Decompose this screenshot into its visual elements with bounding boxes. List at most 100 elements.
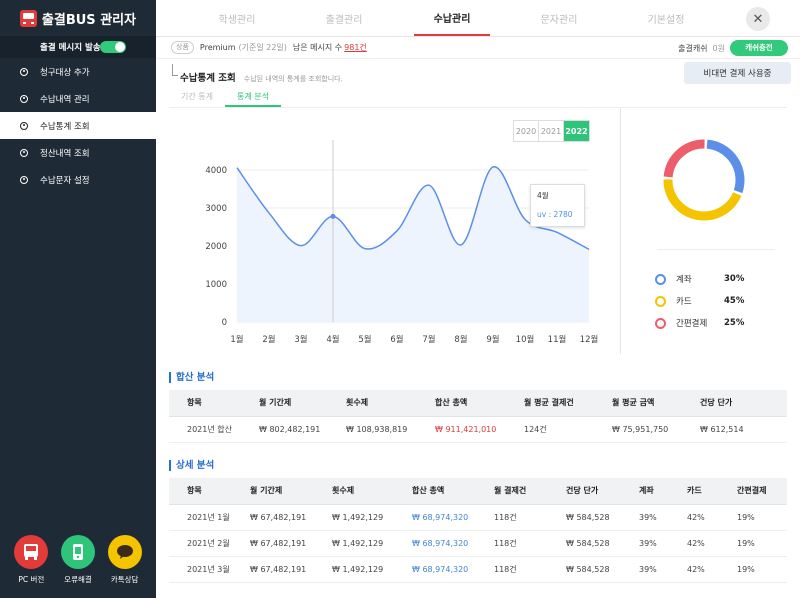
bus-icon <box>14 535 49 569</box>
ring-icon <box>655 273 666 285</box>
table-cell: ₩ 108,938,819 <box>328 416 417 443</box>
table-cell: ₩ 1,492,129 <box>314 530 394 557</box>
x-tick-label: 9월 <box>486 334 499 345</box>
sidebar-item-settlement[interactable]: 정산내역 조회 <box>0 139 156 166</box>
column-header: 월 평균 금액 <box>594 390 682 417</box>
donut-legend: 계좌 30% 카드 45% 간편결제 25% <box>655 268 775 334</box>
payment-method-donut-chart <box>663 139 745 221</box>
y-tick-label: 0 <box>222 318 227 328</box>
table-cell: 2021년 합산 <box>169 416 241 443</box>
table-cell: ₩ 68,974,320 <box>394 530 476 557</box>
column-header: 월 기간제 <box>241 390 328 417</box>
kakao-consult-label: 카톡상담 <box>110 575 139 584</box>
tooltip-month: 4월 <box>537 191 549 200</box>
contactless-payment-button[interactable]: 비대면 결제 사용중 <box>684 62 791 84</box>
legend-value: 30% <box>724 274 745 284</box>
summary-section-title: 합산 분석 <box>169 372 214 383</box>
column-header: 월 기간제 <box>232 478 314 505</box>
legend-item-account: 계좌 30% <box>655 268 775 290</box>
column-header: 항목 <box>169 478 232 505</box>
line-chart-panel: 2020 2021 2022 0 1000 2000 3000 4000 1월 2월 3월 4월… <box>169 108 621 354</box>
y-tick-label: 2000 <box>205 242 227 252</box>
detail-section-title: 상세 분석 <box>169 460 214 471</box>
radio-dot-icon <box>20 148 28 157</box>
sidebar-item-label: 수납문자 설정 <box>40 175 90 186</box>
x-tick-label: 5월 <box>358 334 371 345</box>
donut-slice <box>663 179 742 221</box>
table-cell: 118건 <box>476 504 548 531</box>
remain-messages-value[interactable]: 981건 <box>344 42 367 53</box>
x-tick-label: 11월 <box>548 334 567 345</box>
message-send-toggle[interactable] <box>100 41 126 53</box>
close-icon[interactable]: ✕ <box>746 7 770 31</box>
y-tick-label: 4000 <box>205 166 227 176</box>
y-tick-label: 1000 <box>205 280 227 290</box>
kakao-icon <box>107 535 142 569</box>
app-logo[interactable]: 출결BUS 관리자 <box>0 0 156 36</box>
page-title: 수납통계 조회 <box>172 64 236 84</box>
column-header: 합산 총액 <box>417 390 506 417</box>
pc-version-button[interactable]: PC 버전 <box>11 526 51 598</box>
table-cell: ₩ 68,974,320 <box>394 504 476 531</box>
radio-dot-icon <box>20 94 28 103</box>
table-cell: 39% <box>621 530 669 557</box>
x-tick-label: 4월 <box>326 334 339 345</box>
table-row: 2021년 3월 ₩ 67,482,191 ₩ 1,492,129 ₩ 68,974,… <box>169 556 787 583</box>
message-send-label: 출결 메시지 발송 <box>40 43 101 53</box>
detail-table: 항목 월 기간제 횟수제 합산 총액 월 결제건 건당 단가 계좌 카드 간편결… <box>169 478 787 583</box>
donut-slice <box>663 139 705 178</box>
legend-item-card: 카드 45% <box>655 290 775 312</box>
column-header: 횟수제 <box>328 390 417 417</box>
column-header: 간편결제 <box>719 478 787 505</box>
sidebar-bottom-actions: PC 버전 오류해결 카톡상담 <box>0 526 156 598</box>
line-chart: 0 1000 2000 3000 4000 1월 2월 3월 4월 5월 6월 7월 8월 9월 10월 11… <box>205 140 598 345</box>
donut-slice <box>706 139 745 194</box>
plan-info-bar: 상품 Premium (기준일 22일) 남은 메시지 수 981건 출결캐쉬 … <box>156 37 800 59</box>
table-cell: 118건 <box>476 556 548 583</box>
table-cell: ₩ 584,528 <box>548 504 621 531</box>
error-fix-label: 오류해결 <box>64 575 92 584</box>
table-cell: ₩ 584,528 <box>548 556 621 583</box>
radio-dot-icon <box>20 121 28 130</box>
sidebar-item-payment-sms[interactable]: 수납문자 설정 <box>0 166 156 193</box>
cash-label: 출결캐쉬 <box>678 43 708 53</box>
sidebar-item-label: 수납통계 조회 <box>40 121 90 132</box>
table-cell: ₩ 67,482,191 <box>232 556 314 583</box>
table-cell: 2021년 2월 <box>169 530 232 557</box>
x-tick-label: 8월 <box>454 334 467 345</box>
error-fix-button[interactable]: 오류해결 <box>58 526 98 598</box>
sidebar-item-payment-history[interactable]: 수납내역 관리 <box>0 85 156 112</box>
remain-messages-label: 남은 메시지 수 <box>292 43 343 52</box>
table-cell: ₩ 75,951,750 <box>594 416 682 443</box>
table-row: 2021년 합산 ₩ 802,482,191 ₩ 108,938,819 ₩ 9… <box>169 416 787 443</box>
table-header-row: 항목 월 기간제 횟수제 합산 총액 월 평균 결제건 월 평균 금액 건당 단… <box>169 390 787 417</box>
table-cell: 42% <box>669 530 719 557</box>
legend-item-easy-pay: 간편결제 25% <box>655 312 775 334</box>
column-header: 건당 단가 <box>548 478 621 505</box>
data-point <box>330 213 336 219</box>
table-cell: ₩ 68,974,320 <box>394 556 476 583</box>
table-cell: ₩ 911,421,010 <box>417 416 506 443</box>
column-header: 횟수제 <box>314 478 394 505</box>
sidebar-item-payment-stats[interactable]: 수납통계 조회 <box>0 112 156 139</box>
charge-cash-button[interactable]: 캐쉬충전 <box>730 40 788 56</box>
table-cell: 42% <box>669 556 719 583</box>
pc-version-label: PC 버전 <box>18 575 45 584</box>
radio-dot-icon <box>20 67 28 76</box>
ring-icon <box>655 317 666 329</box>
tab-settings[interactable]: 기본설정 <box>629 0 703 36</box>
tab-payments[interactable]: 수납관리 <box>414 0 490 36</box>
table-cell: 118건 <box>476 530 548 557</box>
tab-students[interactable]: 학생관리 <box>200 0 274 36</box>
sidebar-item-billing-target[interactable]: 청구대상 추가 <box>0 58 156 85</box>
tab-period-stats[interactable]: 기간 통계 <box>169 90 225 107</box>
legend-label: 계좌 <box>676 275 692 285</box>
sidebar-menu: 청구대상 추가 수납내역 관리 수납통계 조회 정산내역 조회 수납문자 설정 <box>0 58 156 193</box>
tab-attendance[interactable]: 출결관리 <box>307 0 381 36</box>
tab-stats-analysis[interactable]: 통계 분석 <box>225 90 281 107</box>
x-tick-label: 7월 <box>422 334 435 345</box>
table-cell: ₩ 1,492,129 <box>314 556 394 583</box>
kakao-consult-button[interactable]: 카톡상담 <box>105 526 145 598</box>
x-tick-label: 6월 <box>390 334 403 345</box>
tab-messages[interactable]: 문자관리 <box>522 0 596 36</box>
